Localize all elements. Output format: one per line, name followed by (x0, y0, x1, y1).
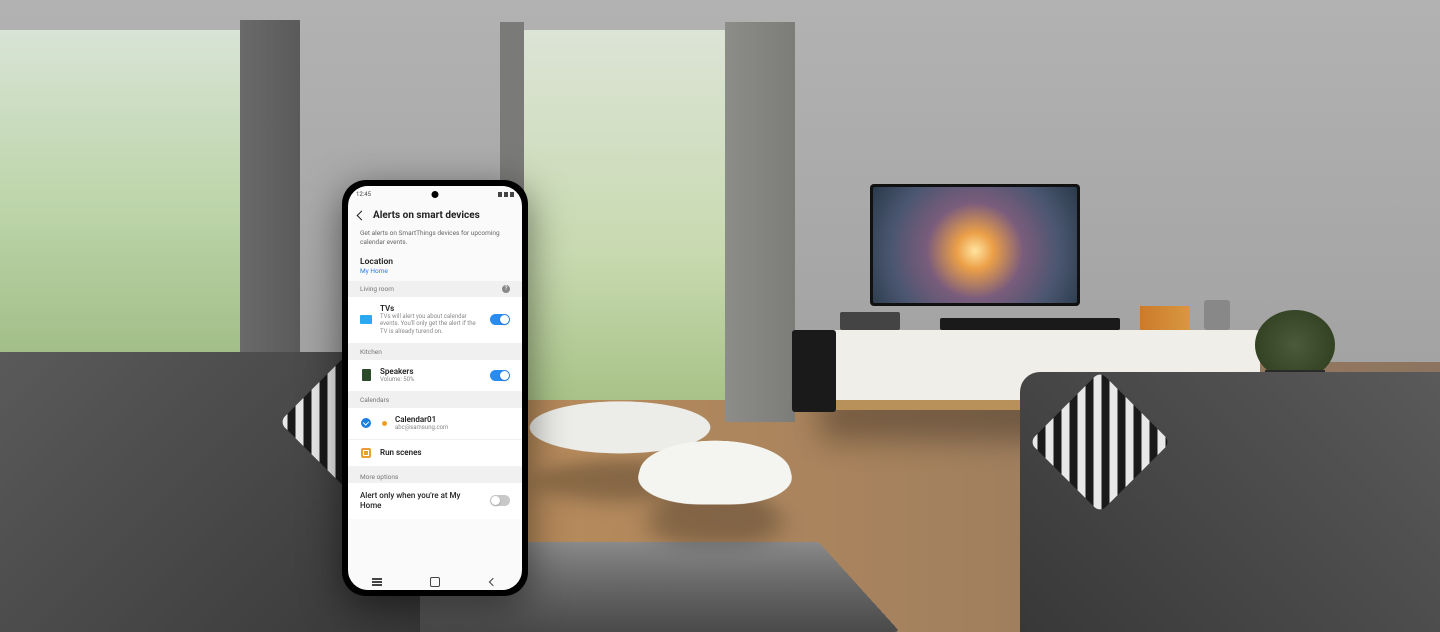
window-center (520, 30, 740, 400)
help-icon[interactable]: ? (502, 285, 510, 293)
speaker-icon (362, 369, 371, 381)
section-calendars: Calendars (348, 392, 522, 408)
battery-icon (510, 192, 514, 197)
page-title: Alerts on smart devices (373, 210, 480, 221)
soundbar (940, 318, 1120, 330)
status-icons (498, 192, 514, 197)
camera-notch (432, 191, 439, 198)
section-living-room: Living room ? (348, 281, 522, 297)
scenes-icon (361, 448, 371, 458)
wifi-icon (504, 192, 508, 197)
subwoofer (792, 330, 836, 412)
phone-screen: 12:45 Alerts on smart devices Get alerts… (348, 186, 522, 590)
section-kitchen: Kitchen (348, 344, 522, 360)
nav-back-icon[interactable] (487, 578, 499, 586)
check-icon (361, 418, 371, 428)
more-options-label: More options (348, 467, 522, 483)
row-alert-only[interactable]: Alert only when you're at My Home (348, 483, 522, 520)
row-run-scenes[interactable]: Run scenes (348, 440, 522, 467)
speakers-toggle[interactable] (490, 370, 510, 381)
phone-frame: 12:45 Alerts on smart devices Get alerts… (342, 180, 528, 596)
row-subtitle: TVs will alert you about calendar events… (380, 313, 482, 336)
row-calendar[interactable]: Calendar01 abc@samsung.com (348, 408, 522, 440)
location-block[interactable]: Location My Home (348, 253, 522, 281)
tv-toggle[interactable] (490, 314, 510, 325)
living-room-scene (0, 0, 1440, 632)
app-content: Alerts on smart devices Get alerts on Sm… (348, 202, 522, 574)
alert-only-toggle[interactable] (490, 495, 510, 506)
page-description: Get alerts on SmartThings devices for up… (348, 229, 522, 253)
row-title: Run scenes (380, 448, 510, 457)
alert-only-label: Alert only when you're at My Home (360, 491, 470, 512)
row-tvs[interactable]: TVs TVs will alert you about calendar ev… (348, 297, 522, 344)
status-time: 12:45 (356, 191, 371, 198)
row-subtitle: Volume: 50% (380, 376, 482, 384)
wall-tv (870, 184, 1080, 306)
row-title: Calendar01 (395, 415, 510, 424)
window-left (0, 30, 260, 390)
location-label: Location (360, 257, 510, 267)
row-title: TVs (380, 304, 482, 313)
nav-bar (348, 574, 522, 590)
nav-recents-icon[interactable] (371, 578, 383, 586)
row-speakers[interactable]: Speakers Volume: 50% (348, 360, 522, 392)
row-subtitle: abc@samsung.com (395, 424, 510, 432)
tv-icon (360, 315, 372, 324)
sofa-right (1020, 372, 1440, 632)
pillow-pattern (1029, 371, 1170, 512)
location-value: My Home (360, 267, 510, 275)
app-header: Alerts on smart devices (348, 202, 522, 229)
row-title: Speakers (380, 367, 482, 376)
signal-icon (498, 192, 502, 197)
back-icon[interactable] (357, 211, 367, 221)
calendar-dot-icon (382, 421, 387, 426)
nav-home-icon[interactable] (429, 578, 441, 586)
